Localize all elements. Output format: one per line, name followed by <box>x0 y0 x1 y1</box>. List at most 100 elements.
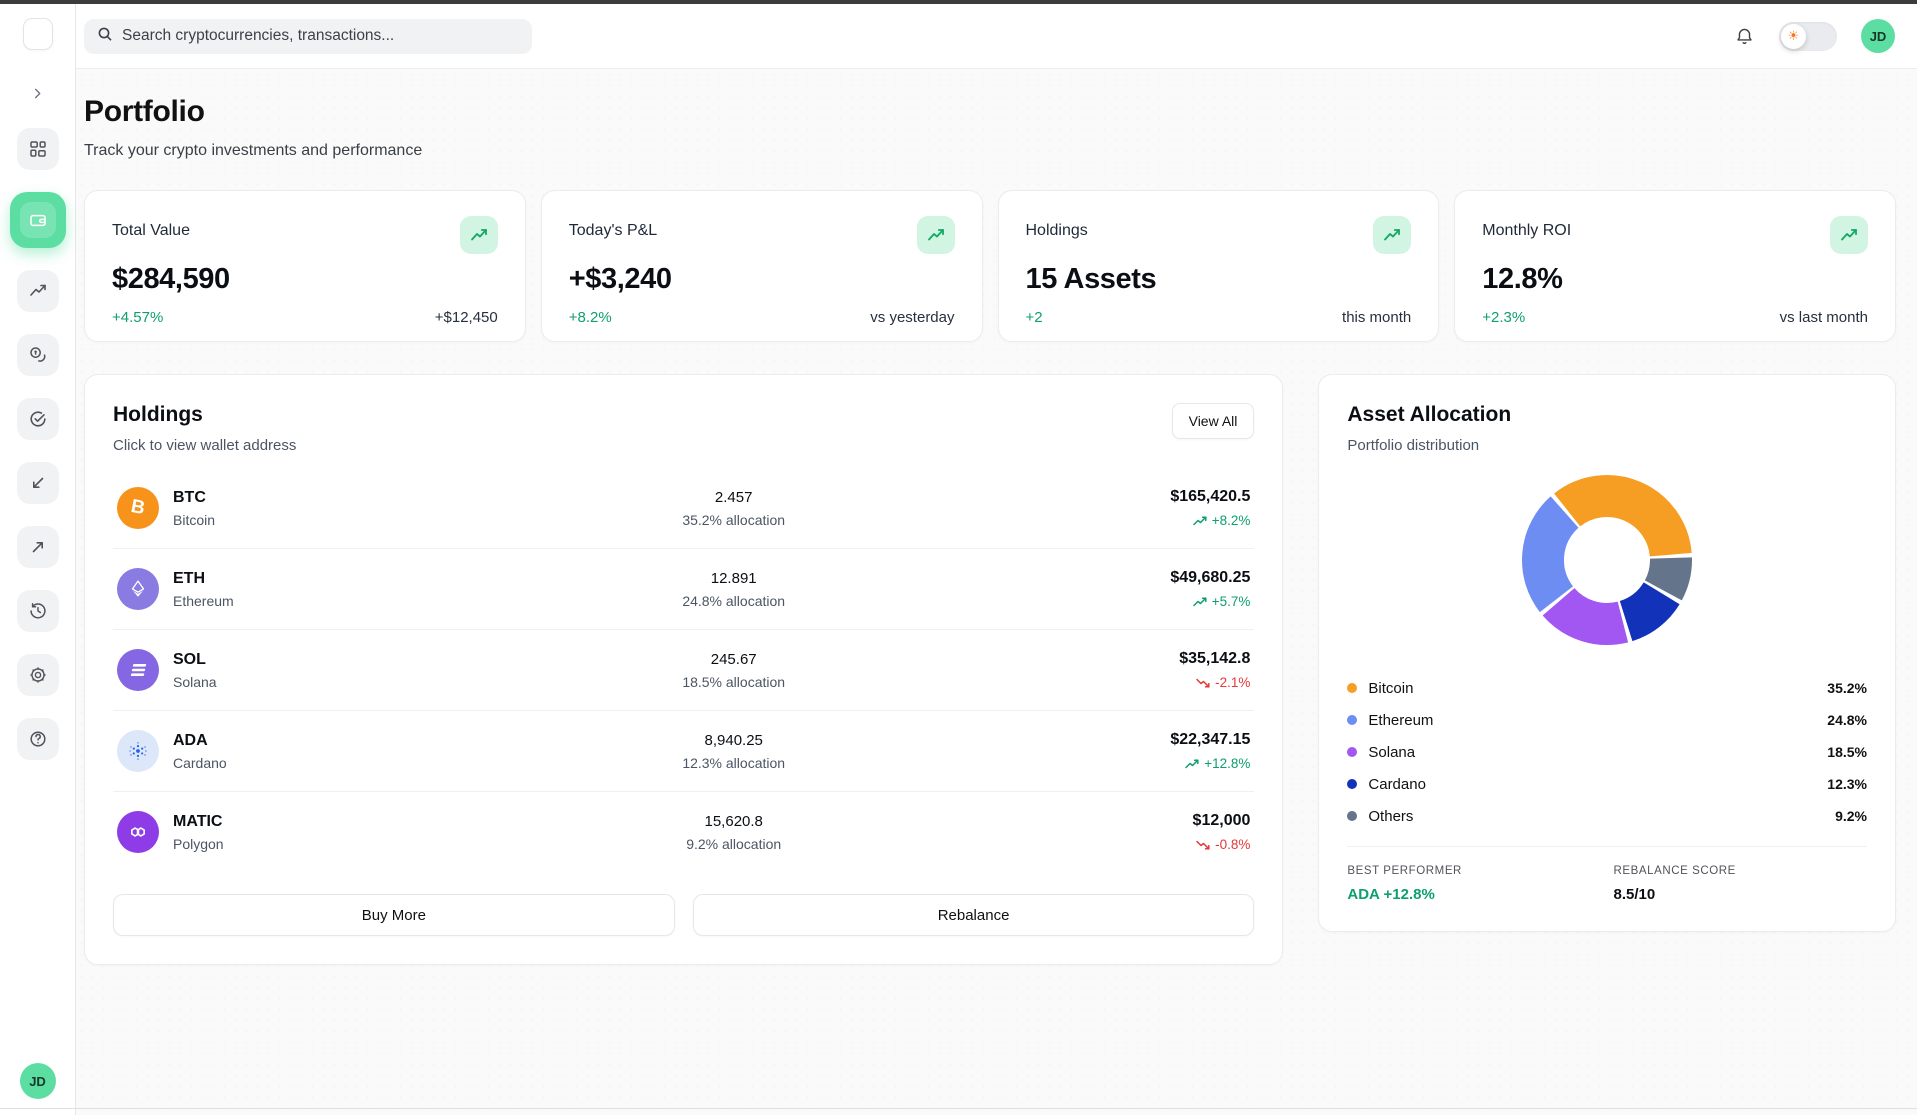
main-area: Portfolio Track your crypto investments … <box>76 69 1917 1115</box>
stat-note: vs last month <box>1780 309 1868 326</box>
coin-value: $35,142.8 <box>1030 650 1250 668</box>
polygon-icon <box>127 821 149 843</box>
holding-row-ADA[interactable]: ADACardano8,940.2512.3% allocation$22,34… <box>113 710 1254 791</box>
history-icon <box>28 601 48 621</box>
coins-icon <box>28 345 48 365</box>
legend-dot <box>1347 811 1357 821</box>
legend-dot <box>1347 779 1357 789</box>
sidebar-item-dashboard[interactable] <box>17 128 59 170</box>
legend-value: 12.3% <box>1827 776 1867 792</box>
coin-amount: 12.891 <box>437 570 1030 587</box>
stat-value: 12.8% <box>1482 263 1868 296</box>
stat-label: Holdings <box>1026 216 1088 240</box>
trending-up-icon <box>1373 216 1411 254</box>
stat-card-monthly-roi: Monthly ROI 12.8% +2.3% vs last month <box>1454 190 1896 342</box>
bell-icon[interactable] <box>1733 25 1755 47</box>
coin-name: Polygon <box>173 836 224 852</box>
view-all-button[interactable]: View All <box>1172 403 1255 439</box>
rebalance-button[interactable]: Rebalance <box>693 894 1255 936</box>
legend-dot <box>1347 747 1357 757</box>
coin-amount: 245.67 <box>437 651 1030 668</box>
sidebar-item-orders[interactable] <box>17 398 59 440</box>
best-performer-label: BEST PERFORMER <box>1347 865 1613 877</box>
holdings-actions: Buy More Rebalance <box>113 894 1254 936</box>
header-user-avatar[interactable]: JD <box>1861 19 1895 53</box>
coin-value: $165,420.5 <box>1030 488 1250 506</box>
donut-segment-bitcoin <box>1567 496 1671 555</box>
stat-value: $284,590 <box>112 263 498 296</box>
trending-up-icon <box>917 216 955 254</box>
donut-segment-solana <box>1559 602 1623 624</box>
allocation-footer: BEST PERFORMER ADA +12.8% REBALANCE SCOR… <box>1347 865 1867 903</box>
search-input[interactable] <box>122 27 519 45</box>
legend-dot <box>1347 715 1357 725</box>
cardano-icon <box>127 740 149 762</box>
content-column: ☀ JD Portfolio Track your crypto investm… <box>76 4 1917 1115</box>
arrow-up-right-icon <box>28 537 48 557</box>
mini-trend-down-icon <box>1196 678 1210 688</box>
donut-segment-others <box>1664 558 1672 590</box>
allocation-legend: Bitcoin35.2%Ethereum24.8%Solana18.5%Card… <box>1347 672 1867 832</box>
sidebar-item-assets[interactable] <box>17 334 59 376</box>
buy-more-button[interactable]: Buy More <box>113 894 675 936</box>
holdings-list: BBTCBitcoin2.45735.2% allocation$165,420… <box>113 468 1254 872</box>
stat-note: +$12,450 <box>435 309 498 326</box>
trending-up-icon <box>460 216 498 254</box>
asset-allocation-panel: Asset Allocation Portfolio distribution … <box>1318 374 1896 932</box>
legend-row-solana: Solana18.5% <box>1347 736 1867 768</box>
theme-toggle[interactable]: ☀ <box>1779 22 1837 51</box>
legend-row-bitcoin: Bitcoin35.2% <box>1347 672 1867 704</box>
coin-allocation: 9.2% allocation <box>437 836 1030 852</box>
stat-change: +8.2% <box>569 309 612 326</box>
coin-icon-SOL <box>117 649 159 691</box>
page-title: Portfolio <box>84 95 1896 129</box>
coin-symbol: SOL <box>173 651 217 669</box>
app-window: JD ☀ <box>0 4 1917 1115</box>
holding-row-MATIC[interactable]: MATICPolygon15,620.89.2% allocation$12,0… <box>113 791 1254 872</box>
trending-up-icon <box>1830 216 1868 254</box>
coin-change: +12.8% <box>1030 756 1250 771</box>
stats-row: Total Value $284,590 +4.57% +$12,450 Tod… <box>84 190 1896 342</box>
sidebar-user-avatar[interactable]: JD <box>20 1063 56 1099</box>
donut-segment-ethereum <box>1543 512 1565 599</box>
holding-row-BTC[interactable]: BBTCBitcoin2.45735.2% allocation$165,420… <box>113 468 1254 548</box>
holding-row-SOL[interactable]: SOLSolana245.6718.5% allocation$35,142.8… <box>113 629 1254 710</box>
panels-row: Holdings Click to view wallet address Vi… <box>84 374 1896 965</box>
sidebar-item-receive[interactable] <box>17 462 59 504</box>
mini-trend-up-icon <box>1193 516 1207 526</box>
sidebar-nav <box>10 80 66 760</box>
sidebar: JD <box>0 4 76 1115</box>
chevron-right-icon <box>30 86 45 101</box>
header-actions: ☀ JD <box>1733 19 1895 53</box>
trending-up-icon <box>28 281 48 301</box>
coin-amount: 8,940.25 <box>437 732 1030 749</box>
sidebar-item-settings[interactable] <box>17 654 59 696</box>
rebalance-score-label: REBALANCE SCORE <box>1614 865 1867 877</box>
coin-icon-MATIC <box>117 811 159 853</box>
stat-card-todays-pnl: Today's P&L +$3,240 +8.2% vs yesterday <box>541 190 983 342</box>
sidebar-item-history[interactable] <box>17 590 59 632</box>
coin-allocation: 24.8% allocation <box>437 593 1030 609</box>
legend-row-cardano: Cardano12.3% <box>1347 768 1867 800</box>
gear-icon <box>28 665 48 685</box>
sidebar-item-collapse[interactable] <box>23 80 53 106</box>
coin-icon-ETH <box>117 568 159 610</box>
mini-trend-up-icon <box>1193 597 1207 607</box>
app-logo <box>23 18 53 50</box>
mini-trend-up-icon <box>1185 759 1199 769</box>
bitcoin-icon: B <box>129 496 147 520</box>
sidebar-item-send[interactable] <box>17 526 59 568</box>
holdings-title: Holdings <box>113 403 296 427</box>
allocation-subtitle: Portfolio distribution <box>1347 437 1867 454</box>
stat-label: Monthly ROI <box>1482 216 1571 240</box>
holding-row-ETH[interactable]: ETHEthereum12.89124.8% allocation$49,680… <box>113 548 1254 629</box>
search-bar[interactable] <box>84 19 532 54</box>
donut-segment-cardano <box>1626 593 1662 621</box>
sun-icon: ☀ <box>1781 24 1806 49</box>
legend-row-others: Others9.2% <box>1347 800 1867 832</box>
legend-label: Others <box>1368 808 1413 825</box>
sidebar-item-markets[interactable] <box>17 270 59 312</box>
sidebar-item-portfolio[interactable] <box>10 192 66 248</box>
coin-amount: 2.457 <box>437 489 1030 506</box>
sidebar-item-help[interactable] <box>17 718 59 760</box>
